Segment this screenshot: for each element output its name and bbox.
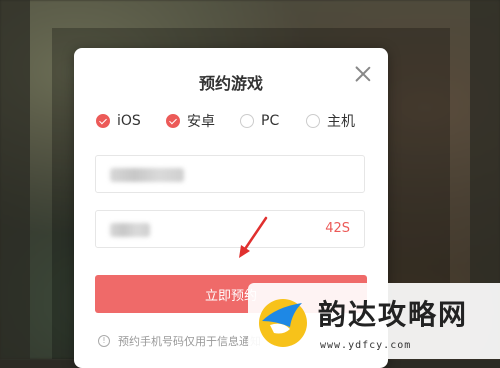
platform-label: 主机 (327, 114, 355, 130)
unchecked-radio-icon (306, 114, 320, 128)
watermark: 韵达攻略网 www.ydfcy.com (248, 283, 500, 359)
blurred-code (110, 223, 150, 237)
platform-label: 安卓 (187, 114, 215, 130)
checked-radio-icon (166, 114, 180, 128)
phone-input[interactable] (95, 155, 365, 193)
platform-options: iOS 安卓 PC 主机 (96, 111, 355, 131)
watermark-url: www.ydfcy.com (320, 340, 412, 351)
brand-logo-icon (259, 299, 307, 347)
notice-text: 预约手机号码仅用于信息通知 (118, 335, 261, 348)
dialog-title: 预约游戏 (198, 74, 263, 93)
verification-code-input[interactable]: 42S (95, 210, 365, 248)
info-icon: ! (98, 335, 110, 347)
checked-radio-icon (96, 114, 110, 128)
close-icon[interactable] (354, 65, 372, 83)
platform-option-pc[interactable]: PC (240, 111, 306, 131)
annotation-arrow-icon (239, 216, 268, 258)
watermark-brand: 韵达攻略网 (318, 298, 469, 331)
resend-countdown[interactable]: 42S (325, 221, 350, 236)
blurred-phone-number (110, 168, 184, 182)
platform-option-android[interactable]: 安卓 (166, 111, 240, 131)
platform-label: PC (261, 113, 280, 129)
platform-option-ios[interactable]: iOS (96, 111, 166, 131)
platform-label: iOS (117, 113, 141, 129)
platform-option-console[interactable]: 主机 (306, 111, 355, 131)
background-tree (0, 0, 30, 359)
unchecked-radio-icon (240, 114, 254, 128)
privacy-notice: ! 预约手机号码仅用于信息通知 (98, 333, 261, 349)
